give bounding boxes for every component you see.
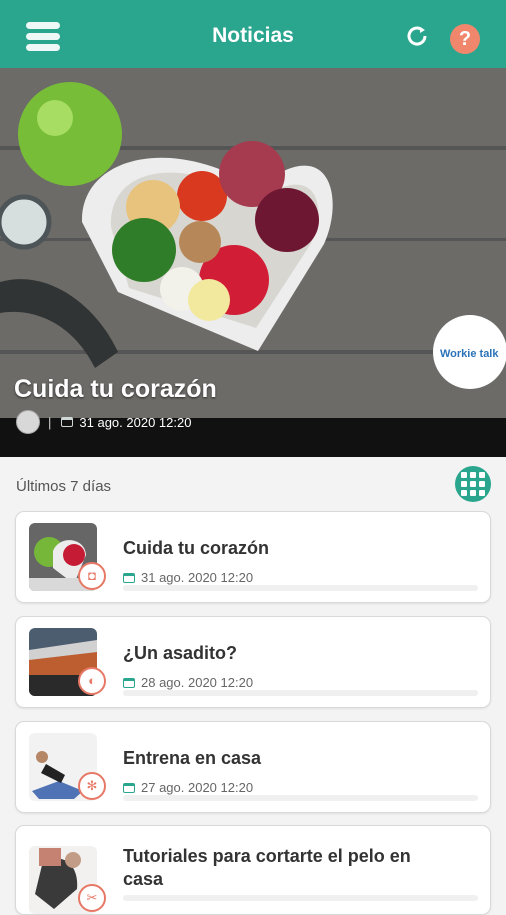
article-card[interactable]: ◐ ¿Un asadito? 28 ago. 2020 12:20	[15, 616, 491, 708]
article-card[interactable]: ◘ Cuida tu corazón 31 ago. 2020 12:20	[15, 511, 491, 603]
calendar-icon	[123, 677, 135, 688]
workie-talk-logo: Workie talk	[440, 348, 499, 360]
calendar-icon	[123, 572, 135, 583]
camera-icon: ◘	[78, 562, 106, 590]
masks-icon: ◐	[78, 667, 106, 695]
fitness-icon: ✻	[78, 772, 106, 800]
article-card[interactable]: ✂ Tutoriales para cortarte el pelo en ca…	[15, 825, 491, 915]
progress-bar	[123, 895, 478, 901]
top-bar: Noticias ?	[0, 0, 506, 68]
separator: |	[48, 414, 52, 430]
progress-bar	[123, 585, 478, 591]
scissors-icon: ✂	[78, 884, 106, 912]
article-title: Tutoriales para cortarte el pelo en casa	[123, 846, 411, 889]
article-date: 28 ago. 2020 12:20	[141, 675, 254, 690]
progress-bar	[123, 795, 478, 801]
calendar-icon	[123, 782, 135, 793]
article-date: 27 ago. 2020 12:20	[141, 780, 254, 795]
help-icon[interactable]: ?	[450, 24, 480, 54]
grid-view-icon[interactable]	[455, 466, 491, 502]
article-date: 31 ago. 2020 12:20	[141, 570, 254, 585]
featured-article[interactable]: Workie talk Cuida tu corazón | 31 ago. 2…	[0, 68, 506, 457]
page-title: Noticias	[212, 24, 294, 47]
article-date-row: 31 ago. 2020 12:20	[123, 570, 253, 585]
article-title: Cuida tu corazón	[123, 538, 270, 558]
article-card[interactable]: ✻ Entrena en casa 27 ago. 2020 12:20	[15, 721, 491, 813]
article-date-row: 27 ago. 2020 12:20	[123, 780, 253, 795]
featured-meta: | 31 ago. 2020 12:20	[16, 410, 191, 434]
article-title: ¿Un asadito?	[123, 643, 238, 663]
refresh-icon[interactable]	[404, 24, 430, 50]
section-title: Últimos 7 días	[16, 478, 112, 495]
calendar-icon	[61, 417, 74, 427]
article-date-row: 28 ago. 2020 12:20	[123, 675, 253, 690]
camera-icon	[16, 410, 40, 434]
featured-date: 31 ago. 2020 12:20	[79, 414, 192, 430]
article-title: Entrena en casa	[123, 748, 262, 768]
featured-title: Cuida tu corazón	[14, 375, 217, 403]
progress-bar	[123, 690, 478, 696]
